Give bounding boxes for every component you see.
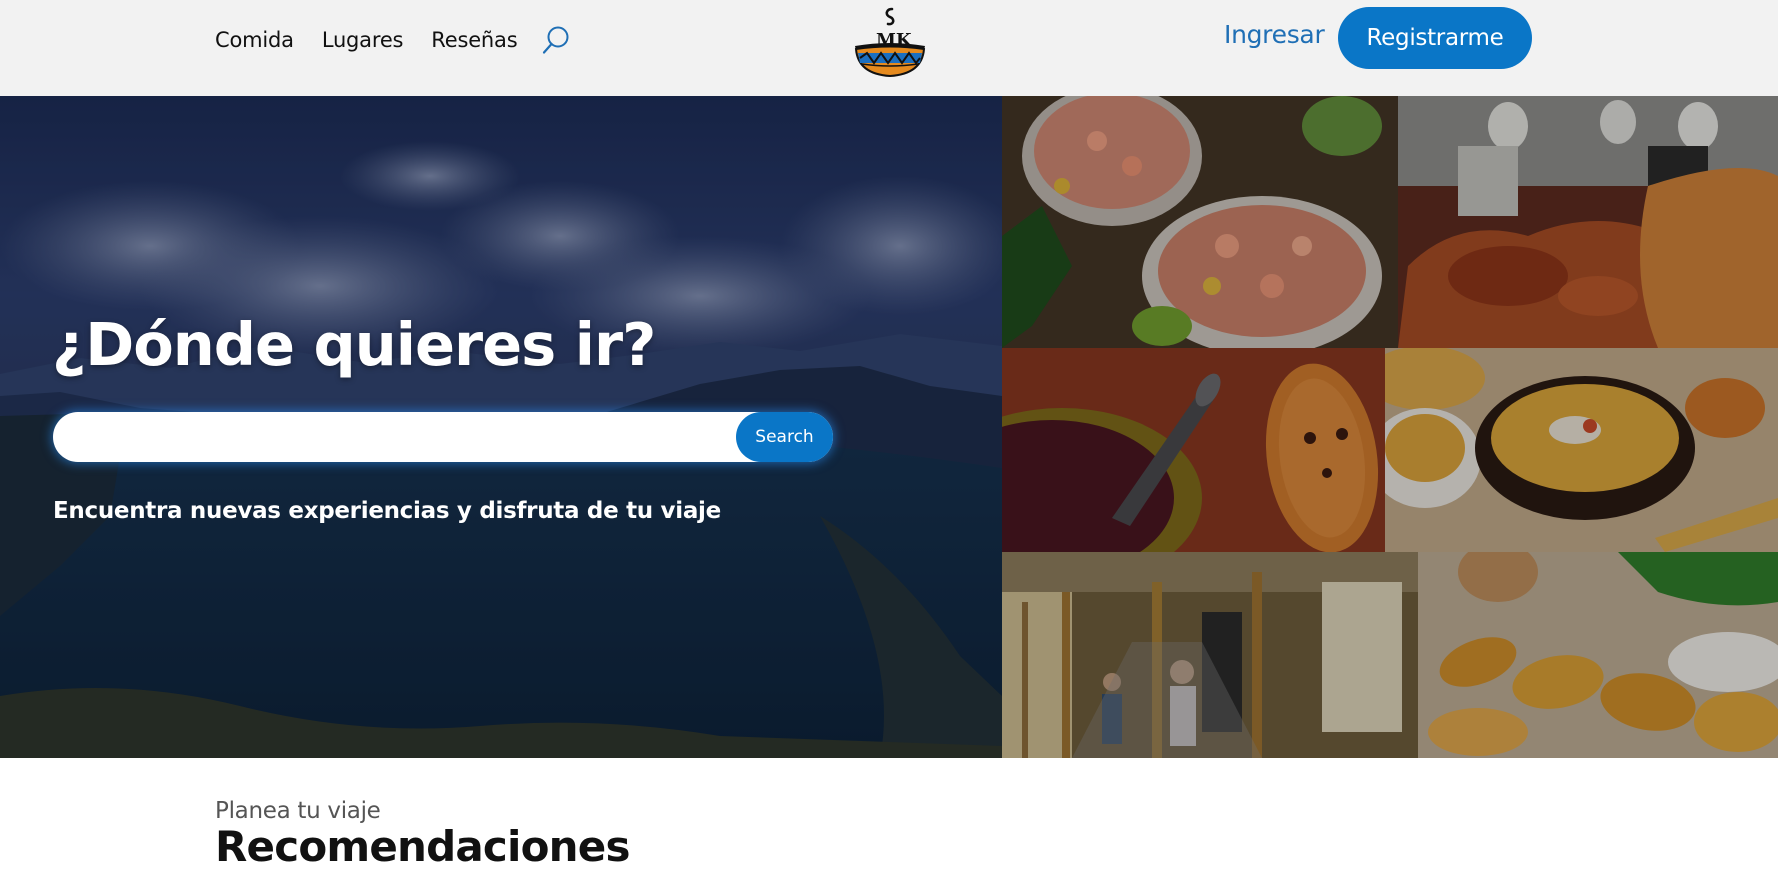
- gallery-tile-empanadas[interactable]: [1418, 552, 1778, 758]
- nav-link-comida[interactable]: Comida: [215, 28, 294, 52]
- hero-section: ¿Dónde quieres ir? Search Encuentra nuev…: [0, 96, 1002, 758]
- nav-link-resenas[interactable]: Reseñas: [431, 28, 517, 52]
- hero-search-input[interactable]: [71, 420, 711, 454]
- hero-search-bar: Search: [53, 412, 833, 462]
- hero-subtitle: Encuentra nuevas experiencias y disfruta…: [53, 498, 721, 524]
- section-title: Recomendaciones: [215, 822, 630, 871]
- gallery-tile-colada[interactable]: [1002, 348, 1385, 552]
- smk-bowl-logo[interactable]: MK: [852, 6, 928, 78]
- register-button[interactable]: Registrarme: [1338, 7, 1532, 69]
- handicraft-market-photo: [1002, 552, 1418, 758]
- gallery-tile-market[interactable]: [1002, 552, 1418, 758]
- navbar: Comida Lugares Reseñas MK Ingresar Regis…: [0, 0, 1778, 96]
- soup-bowl-photo: [1385, 348, 1778, 552]
- gallery-tile-roast[interactable]: [1398, 96, 1778, 348]
- hero-title: ¿Dónde quieres ir?: [52, 310, 656, 379]
- hero-search-button[interactable]: Search: [736, 412, 833, 462]
- shrimp-ceviche-photo: [1002, 96, 1398, 348]
- colada-morada-guagua-de-pan-photo: [1002, 348, 1385, 552]
- roast-pork-buffet-photo: [1398, 96, 1778, 348]
- nav-link-lugares[interactable]: Lugares: [322, 28, 404, 52]
- main-nav: Comida Lugares Reseñas: [215, 22, 571, 58]
- food-gallery: [1002, 96, 1778, 758]
- login-link[interactable]: Ingresar: [1224, 20, 1325, 49]
- section-eyebrow: Planea tu viaje: [215, 798, 381, 824]
- search-icon[interactable]: [541, 25, 571, 55]
- empanadas-photo: [1418, 552, 1778, 758]
- gallery-tile-ceviche[interactable]: [1002, 96, 1398, 348]
- gallery-tile-soup[interactable]: [1385, 348, 1778, 552]
- page: Comida Lugares Reseñas MK Ingresar Regis…: [0, 0, 1778, 872]
